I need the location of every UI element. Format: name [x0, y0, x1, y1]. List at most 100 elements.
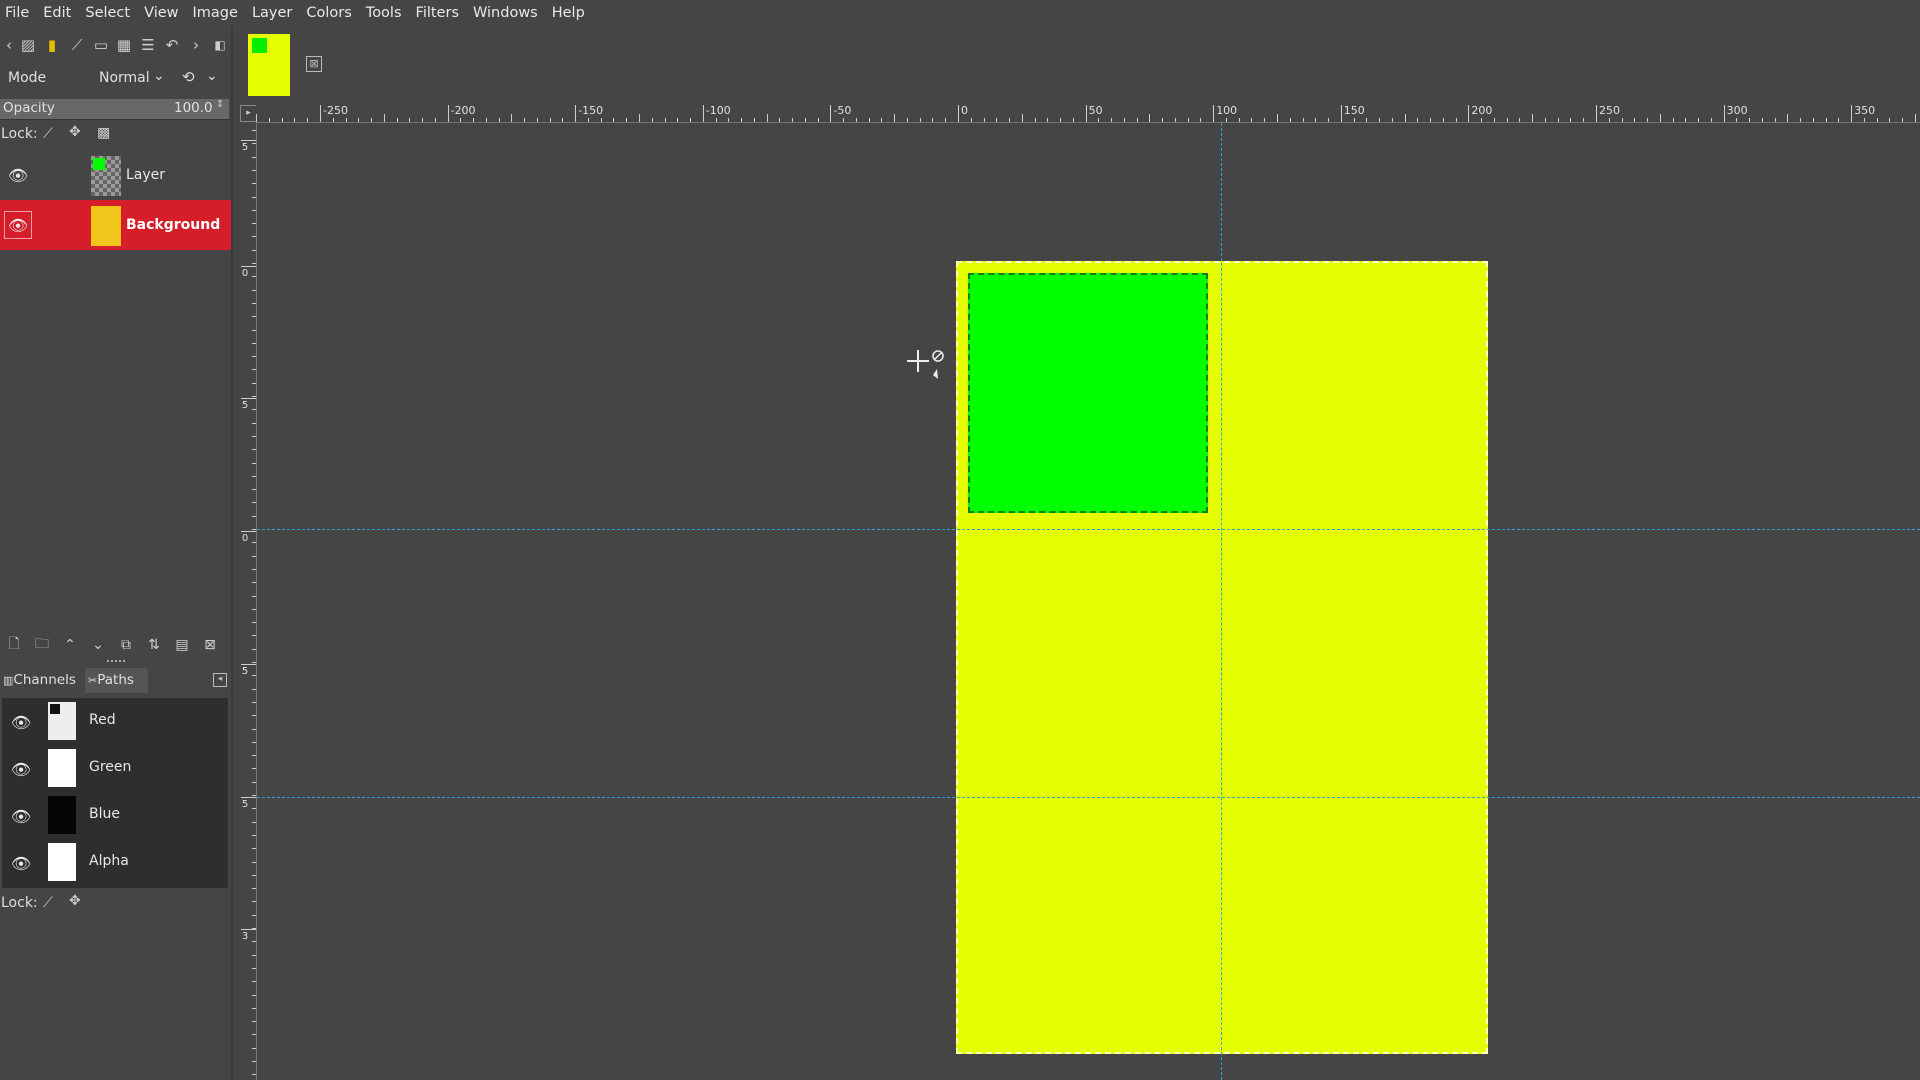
lock-position-icon[interactable]: ✥ [69, 893, 81, 909]
chevron-right-icon[interactable]: › [187, 36, 205, 54]
eye-icon[interactable]: 👁 [7, 165, 29, 185]
opacity-value[interactable]: 100.0 [174, 100, 213, 116]
ruler-minor-tick [1506, 118, 1508, 122]
device-status-icon[interactable]: ▭ [92, 36, 110, 54]
menu-file[interactable]: File [0, 0, 36, 26]
menu-view[interactable]: View [137, 0, 185, 26]
ruler-minor-tick [1034, 118, 1036, 122]
ruler-minor-tick [252, 409, 256, 411]
anchor-layer-icon[interactable]: ⇅ [140, 637, 168, 653]
close-icon[interactable]: ⊠ [306, 56, 322, 72]
ruler-minor-tick [1174, 118, 1176, 122]
ruler-minor-tick [294, 118, 296, 122]
channel-row[interactable]: 👁 Blue [2, 792, 228, 839]
ruler-minor-tick [252, 302, 256, 304]
ruler-label: -200 [450, 104, 476, 117]
channels-tab-icon: ▥ [3, 674, 14, 687]
ruler-minor-tick [252, 475, 256, 477]
horizontal-guide[interactable] [257, 797, 1920, 798]
ruler-minor-tick [1149, 114, 1151, 122]
chevron-down-icon[interactable]: ⌄ [206, 68, 218, 84]
eye-icon[interactable]: 👁 [10, 806, 32, 826]
ruler-minor-tick [1455, 118, 1457, 122]
chevron-left-icon[interactable]: ‹ [0, 36, 18, 54]
canvas-area[interactable] [257, 123, 1920, 1080]
menu-tools[interactable]: Tools [359, 0, 409, 26]
menu-colors[interactable]: Colors [299, 0, 358, 26]
layer-name[interactable]: Layer [126, 167, 165, 183]
ruler-minor-tick [1289, 118, 1291, 122]
horizontal-guide[interactable] [257, 529, 1920, 530]
layer-mask-icon[interactable]: ▤ [168, 637, 196, 653]
tab-channels[interactable]: ▥Channels [3, 668, 83, 693]
panel-menu-icon[interactable]: ◂ [213, 673, 227, 687]
layer-row[interactable]: 👁 Background [0, 200, 231, 250]
menu-select[interactable]: Select [78, 0, 137, 26]
tool-options-icon[interactable]: ▨ [19, 36, 37, 54]
channel-row[interactable]: 👁 Alpha [2, 839, 228, 886]
ruler-minor-tick [252, 1034, 256, 1036]
brush-icon[interactable]: ⟋ [68, 36, 86, 54]
move-tool-cursor-icon [907, 350, 944, 379]
image-green-layer[interactable] [968, 273, 1208, 513]
eye-icon[interactable]: 👁 [10, 712, 32, 732]
dock-menu-icon[interactable]: ◧ [211, 36, 229, 54]
ruler-minor-tick [252, 156, 256, 158]
lower-layer-icon[interactable]: ⌄ [84, 637, 112, 653]
new-layer-group-icon[interactable]: 🗀 [28, 633, 56, 657]
mode-dropdown[interactable]: Normal [99, 70, 150, 86]
ruler-minor-tick [1315, 118, 1317, 122]
new-layer-icon[interactable]: 🗋 [0, 633, 28, 657]
tab-paths[interactable]: ✂Paths [85, 668, 148, 693]
image-tab-thumbnail[interactable] [248, 34, 290, 96]
menu-windows[interactable]: Windows [466, 0, 545, 26]
channel-name: Blue [89, 806, 120, 822]
ruler-minor-tick [1417, 118, 1419, 122]
eye-icon[interactable]: 👁 [10, 853, 32, 873]
ruler-label: 50 [1088, 104, 1103, 117]
ruler-minor-tick [252, 435, 256, 437]
ruler-minor-tick [524, 118, 526, 122]
lock-pixels-icon[interactable]: ⟋ [43, 126, 53, 142]
dock-separator[interactable] [231, 26, 233, 1080]
duplicate-layer-icon[interactable]: ⧉ [112, 637, 140, 653]
images-tab-icon[interactable]: ▦ [115, 36, 133, 54]
delete-layer-icon[interactable]: ⊠ [196, 637, 224, 653]
menu-image[interactable]: Image [186, 0, 245, 26]
menu-edit[interactable]: Edit [36, 0, 78, 26]
ruler-corner-toggle[interactable]: ▸ [240, 105, 257, 122]
ruler-minor-tick [664, 118, 666, 122]
ruler-label: -50 [833, 104, 852, 117]
channel-row[interactable]: 👁 Red [2, 698, 228, 745]
vertical-ruler[interactable]: 5 0 5 0 5 5 3 [240, 122, 257, 1080]
chevron-down-icon[interactable]: ⌄ [153, 68, 165, 84]
ruler-minor-tick [1863, 118, 1865, 122]
spin-arrows-icon[interactable]: ⇕ [216, 99, 228, 119]
raise-layer-icon[interactable]: ⌃ [56, 637, 84, 653]
horizontal-ruler[interactable]: -250 -200 -150 -100 -50 0 50 100 150 200 250 300 350 [256, 104, 1920, 123]
lock-pixels-icon[interactable]: ⟋ [43, 895, 53, 911]
layer-row[interactable]: 👁 Layer [0, 150, 231, 200]
vertical-guide[interactable] [1221, 123, 1222, 1080]
menu-help[interactable]: Help [545, 0, 592, 26]
layer-name[interactable]: Background [126, 217, 220, 233]
ruler-major-tick [1596, 105, 1597, 122]
eye-icon[interactable]: 👁 [4, 211, 32, 239]
channel-row[interactable]: 👁 Green [2, 745, 228, 792]
menu-layer[interactable]: Layer [245, 0, 299, 26]
colors-tab-icon[interactable]: ▮ [43, 36, 61, 54]
ruler-minor-tick [1225, 118, 1227, 122]
lock-position-icon[interactable]: ✥ [69, 124, 81, 140]
undo-history-icon[interactable]: ↶ [163, 36, 181, 54]
panel-resize-grip[interactable] [107, 660, 125, 665]
eye-icon[interactable]: 👁 [10, 759, 32, 779]
channel-name: Alpha [89, 853, 129, 869]
reset-mode-icon[interactable]: ⟲ [182, 68, 195, 86]
ruler-minor-tick [1366, 118, 1368, 122]
ruler-minor-tick [252, 608, 256, 610]
layers-tab-icon[interactable]: ☰ [139, 36, 157, 54]
ruler-label: 100 [1216, 104, 1238, 117]
menu-filters[interactable]: Filters [409, 0, 466, 26]
layers-toolbar: 🗋 🗀 ⌃ ⌄ ⧉ ⇅ ▤ ⊠ [0, 632, 231, 658]
lock-alpha-icon[interactable]: ▩ [97, 125, 110, 141]
